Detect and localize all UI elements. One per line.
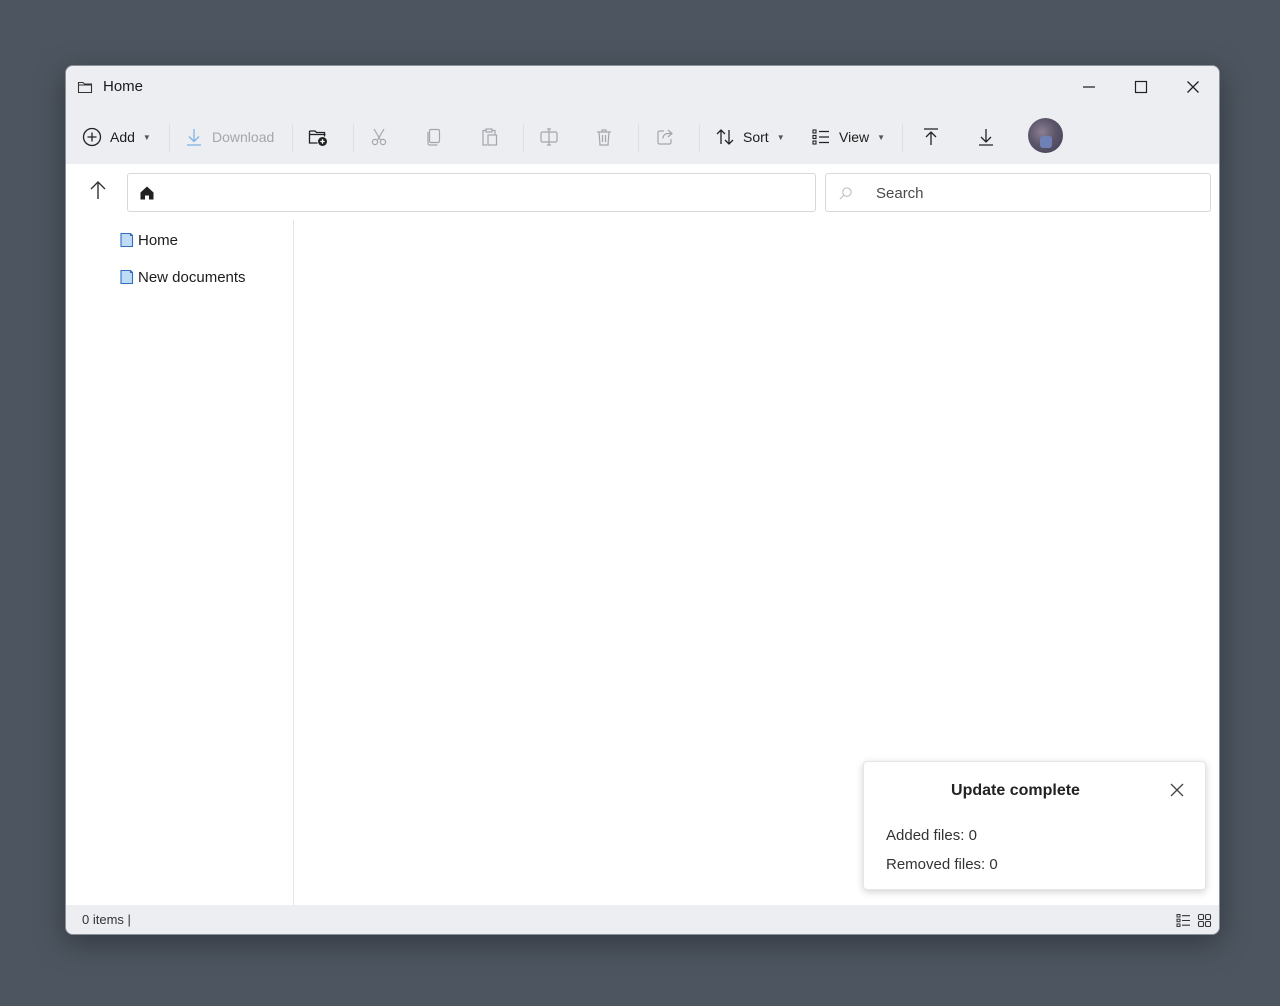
minimize-button[interactable] — [1066, 71, 1112, 103]
toolbar-divider — [523, 124, 524, 152]
close-button[interactable] — [1170, 71, 1216, 103]
download-arrow-button[interactable] — [976, 118, 996, 156]
added-files-line: Added files: 0 — [886, 827, 977, 844]
maximize-icon — [1134, 80, 1148, 94]
chevron-down-icon: ▼ — [776, 132, 785, 142]
add-circle-icon — [82, 127, 102, 147]
copy-icon — [427, 128, 441, 146]
new-folder-icon — [308, 130, 327, 146]
upload-button[interactable] — [921, 118, 941, 156]
home-icon[interactable] — [139, 185, 155, 201]
sidebar-item-new-documents[interactable]: New documents — [120, 266, 246, 288]
arrow-up-icon[interactable] — [86, 178, 110, 202]
grid-view-icon[interactable] — [1197, 913, 1212, 928]
download-label: Download — [212, 129, 275, 145]
view-label: View — [839, 129, 870, 145]
status-bar: 0 items | — [66, 905, 1219, 934]
search-input[interactable] — [876, 182, 1196, 204]
add-label: Add — [110, 129, 135, 145]
document-icon — [120, 269, 134, 285]
close-icon — [1187, 81, 1199, 93]
added-files-label: Added files: — [886, 827, 965, 844]
toolbar-divider — [902, 124, 903, 152]
rename-button[interactable] — [539, 118, 559, 156]
view-button[interactable]: View ▼ — [811, 118, 885, 156]
download-icon — [187, 129, 201, 146]
sidebar-item-label: New documents — [138, 268, 246, 286]
item-count: 0 items | — [82, 912, 131, 927]
download-button[interactable]: Download — [184, 118, 274, 156]
search-box[interactable] — [825, 173, 1211, 212]
update-notification: Update complete Added files: 0 Removed f… — [863, 761, 1206, 890]
toolbar-divider — [638, 124, 639, 152]
search-icon — [839, 187, 852, 200]
sidebar: Home New documents — [66, 220, 294, 905]
sort-label: Sort — [743, 129, 769, 145]
toolbar-divider — [699, 124, 700, 152]
sidebar-item-home[interactable]: Home — [120, 229, 178, 251]
add-button[interactable]: Add ▼ — [82, 118, 151, 156]
chevron-down-icon: ▼ — [877, 132, 886, 142]
address-bar[interactable] — [127, 173, 816, 212]
chevron-down-icon: ▼ — [142, 132, 151, 142]
avatar[interactable] — [1028, 118, 1063, 153]
paste-button[interactable] — [479, 118, 499, 156]
file-manager-window: Home Add ▼ Download Sort ▼ View ▼ Search… — [65, 65, 1220, 935]
minimize-icon — [1083, 86, 1095, 88]
details-view-icon[interactable] — [1176, 913, 1191, 928]
close-icon[interactable] — [1167, 780, 1187, 800]
share-button[interactable] — [655, 118, 675, 156]
added-files-value: 0 — [968, 827, 977, 844]
new-folder-button[interactable] — [308, 118, 328, 156]
delete-icon — [597, 129, 611, 146]
delete-button[interactable] — [594, 118, 614, 156]
notification-title: Update complete — [951, 782, 1080, 799]
sort-icon — [716, 129, 734, 145]
removed-files-label: Removed files: — [886, 856, 986, 873]
cut-icon — [371, 128, 387, 146]
upload-icon — [924, 128, 938, 145]
removed-files-value: 0 — [989, 856, 998, 873]
paste-icon — [482, 128, 498, 146]
toolbar-divider — [292, 124, 293, 152]
toolbar-divider — [169, 124, 170, 152]
folder-icon — [77, 81, 93, 94]
navigation-row — [66, 164, 1219, 220]
sidebar-item-label: Home — [138, 231, 179, 249]
maximize-button[interactable] — [1118, 71, 1164, 103]
cut-button[interactable] — [369, 118, 389, 156]
copy-button[interactable] — [424, 118, 444, 156]
download-arrow-icon — [979, 129, 993, 146]
title-bar: Home — [66, 66, 1219, 110]
share-icon — [657, 129, 673, 145]
sort-button[interactable]: Sort ▼ — [715, 118, 785, 156]
window-title: Home — [103, 78, 144, 95]
removed-files-line: Removed files: 0 — [886, 856, 998, 873]
rename-icon — [540, 128, 558, 146]
toolbar-divider — [353, 124, 354, 152]
view-list-icon — [812, 129, 829, 145]
document-icon — [120, 232, 134, 248]
